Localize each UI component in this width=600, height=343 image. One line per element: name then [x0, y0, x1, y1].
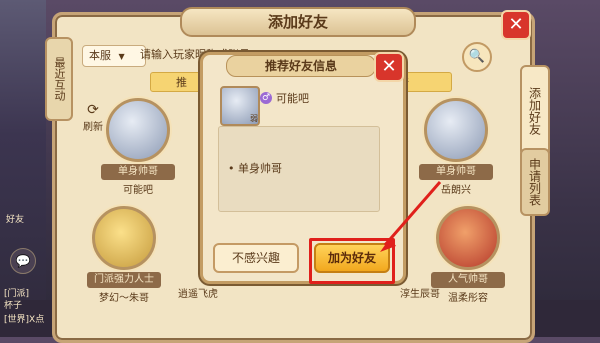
hud-chat-line-3: [世界]X点	[4, 315, 45, 325]
window-title: 添加好友	[180, 7, 416, 37]
tab-add-friend[interactable]: 添加好友	[520, 65, 550, 157]
friend-card[interactable]: 门派强力人士 梦幻～朱哥	[82, 206, 166, 304]
chevron-down-icon: ▼	[118, 52, 125, 61]
card-name: 可能吧	[123, 185, 153, 196]
bullet-icon: •	[228, 162, 235, 175]
highlight-box	[309, 238, 395, 284]
popup-tag: • 单身帅哥	[228, 160, 282, 176]
avatar	[424, 98, 488, 162]
category-tab-recommend[interactable]: 推	[176, 74, 187, 90]
server-select-value: 本服	[89, 49, 111, 62]
card-badge: 人气帅哥	[431, 272, 505, 288]
card-name: 梦幻～朱哥	[99, 293, 149, 304]
card-name: 岳朗兴	[441, 185, 471, 196]
avatar	[106, 98, 170, 162]
popup-title: 推荐好友信息	[226, 55, 376, 77]
avatar: 弱	[220, 86, 260, 126]
not-interested-button[interactable]: 不感兴趣	[213, 243, 299, 273]
search-button[interactable]: 🔍	[462, 42, 492, 72]
friend-card[interactable]: 单身帅哥 岳朗兴	[414, 98, 498, 196]
card-name[interactable]: 淳生辰哥	[400, 285, 440, 300]
tab-friend-requests[interactable]: 申请列表	[520, 148, 550, 216]
server-select[interactable]: 本服 ▼	[82, 45, 146, 67]
popup-player-name: 可能吧	[276, 92, 309, 105]
gender-icon: ♂	[260, 92, 272, 104]
window-close-button[interactable]: ✕	[501, 10, 531, 40]
popup-tag-text: 单身帅哥	[238, 162, 282, 175]
chat-icon[interactable]: 💬	[10, 248, 36, 274]
card-badge: 单身帅哥	[101, 164, 175, 180]
friend-card[interactable]: 单身帅哥 可能吧	[96, 98, 180, 196]
card-badge: 单身帅哥	[419, 164, 493, 180]
popup-close-button[interactable]: ✕	[374, 52, 404, 82]
avatar-tag: 弱	[250, 114, 258, 123]
tab-recent-interaction[interactable]: 最近互动	[45, 37, 73, 121]
card-name[interactable]: 逍遥飞虎	[178, 285, 218, 300]
avatar	[436, 206, 500, 270]
card-badge: 门派强力人士	[87, 272, 161, 288]
hud-friend-label[interactable]: 好友	[6, 212, 24, 225]
hud-chat-line-2: 杯子	[4, 301, 23, 311]
avatar	[92, 206, 156, 270]
search-icon: 🔍	[468, 49, 486, 64]
